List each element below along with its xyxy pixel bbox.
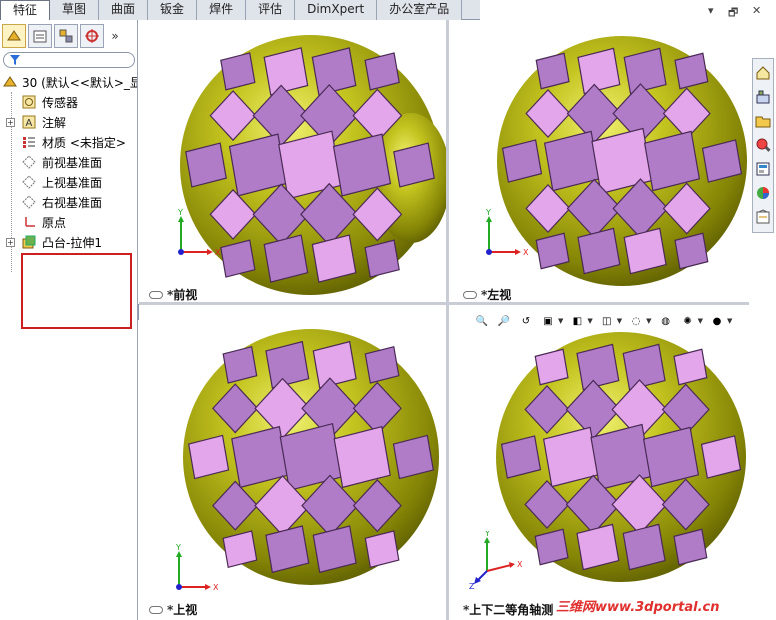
y-axis-label: Y xyxy=(175,543,181,552)
previous-view-icon[interactable]: ↺ xyxy=(518,313,534,329)
sensor-icon xyxy=(22,95,36,109)
appearances-icon[interactable] xyxy=(754,182,772,203)
x-axis-label: X xyxy=(517,560,523,569)
tab-4[interactable]: 焊件 xyxy=(197,0,247,20)
viewport-label: *左视 xyxy=(463,286,511,302)
filter-icon xyxy=(10,55,20,65)
property-manager-tab-icon[interactable] xyxy=(28,24,52,48)
tree-item[interactable]: 传感器 xyxy=(0,92,137,112)
link-views-icon[interactable] xyxy=(149,605,163,614)
part-icon xyxy=(3,75,17,89)
zoom-to-fit-icon[interactable]: 🔍 xyxy=(474,313,490,329)
viewport-label: *上下二等角轴测 xyxy=(463,603,554,617)
tree-item[interactable]: 上视基准面 xyxy=(0,172,137,192)
x-axis-label: X xyxy=(213,583,219,592)
feature-manager-tab-icon[interactable] xyxy=(2,24,26,48)
plane-icon xyxy=(22,155,36,169)
coordinate-triad: YX xyxy=(485,208,529,257)
tab-2[interactable]: 曲面 xyxy=(99,0,149,20)
tree-item-label: 前视基准面 xyxy=(42,155,103,170)
tab-3[interactable]: 钣金 xyxy=(148,0,198,20)
tree-item[interactable]: 前视基准面 xyxy=(0,152,137,172)
home-icon[interactable] xyxy=(754,62,772,83)
tree-item-label: 注解 xyxy=(42,115,67,130)
z-axis-label: Z xyxy=(469,582,475,591)
tab-6[interactable]: DimXpert xyxy=(295,0,378,20)
viewport-isometric[interactable]: Y X Z *上下二等角轴测 xyxy=(449,305,749,620)
tree-item[interactable]: 材质 <未指定> xyxy=(0,132,137,152)
coordinate-triad: YX xyxy=(177,208,221,257)
extrude-icon xyxy=(22,235,36,249)
tree-item-label: 上视基准面 xyxy=(42,175,103,190)
watermark-text: 三维网www.3dportal.cn xyxy=(556,600,720,615)
viewport-top[interactable]: Y X *上视 xyxy=(139,305,446,620)
zoom-to-area-icon[interactable]: 🔎 xyxy=(496,313,512,329)
design-library-icon[interactable] xyxy=(754,86,772,107)
annotation-icon: A xyxy=(22,115,36,129)
tree-item-label: 右视基准面 xyxy=(42,195,103,210)
tree-item[interactable]: + 凸台-拉伸1 xyxy=(0,232,137,252)
tree-item[interactable]: + A 注解 xyxy=(0,112,137,132)
y-axis-label: Y xyxy=(485,208,491,217)
search-icon[interactable] xyxy=(754,134,772,155)
section-view-icon[interactable]: ▣ xyxy=(540,313,556,329)
view-settings-icon[interactable]: ● xyxy=(709,313,725,329)
hide-show-items-icon[interactable]: ◌ xyxy=(628,313,644,329)
viewport-label: *前视 xyxy=(149,286,197,302)
manager-tabs: » xyxy=(0,24,137,50)
dimxpert-manager-tab-icon[interactable] xyxy=(80,24,104,48)
x-axis-label: X xyxy=(215,248,221,257)
link-views-icon[interactable] xyxy=(149,290,163,299)
more-tabs-chevron-icon[interactable]: » xyxy=(106,24,124,48)
expand-toggle-icon[interactable]: + xyxy=(6,117,15,127)
tab-7[interactable]: 办公室产品 xyxy=(377,0,463,20)
y-axis-label: Y xyxy=(484,531,490,538)
command-manager-tabs: 特征 草图 曲面 钣金 焊件 评估 DimXpert 办公室产品 xyxy=(0,0,480,21)
edit-appearance-icon[interactable]: ◍ xyxy=(658,313,674,329)
coordinate-triad: YX xyxy=(175,543,219,592)
minimize-icon[interactable]: ▾ xyxy=(708,4,714,17)
tree-item-label: 30 (默认<<默认>_显 xyxy=(22,75,137,90)
tab-5[interactable]: 评估 xyxy=(246,0,296,20)
plane-icon xyxy=(22,175,36,189)
close-icon[interactable]: ✕ xyxy=(752,4,761,17)
configuration-manager-tab-icon[interactable] xyxy=(54,24,78,48)
display-style-icon[interactable]: ◫ xyxy=(599,313,615,329)
viewport-label: *上视 xyxy=(149,601,197,618)
tree-item-label: 传感器 xyxy=(42,95,79,110)
svg-text:A: A xyxy=(26,118,33,129)
tree-item[interactable]: 原点 xyxy=(0,212,137,232)
plane-icon xyxy=(22,195,36,209)
material-icon xyxy=(22,135,36,149)
tree-root[interactable]: 30 (默认<<默认>_显 xyxy=(0,72,137,92)
file-explorer-icon[interactable] xyxy=(754,110,772,131)
task-pane-bar xyxy=(752,58,774,233)
view-orientation-icon[interactable]: ◧ xyxy=(569,313,585,329)
heads-up-view-toolbar: 🔍 🔎 ↺ ▣ ▼ ◧ ▼ ◫ ▼ ◌ ▼ ◍ ✺ ▼ ● ▼ xyxy=(474,311,733,331)
x-axis-label: X xyxy=(523,248,529,257)
tab-0[interactable]: 特征 xyxy=(0,0,51,21)
filter-field[interactable] xyxy=(3,52,135,68)
highlight-box xyxy=(21,253,132,329)
tree-item-label: 材质 <未指定> xyxy=(42,135,126,150)
custom-properties-icon[interactable] xyxy=(754,206,772,227)
tree-item-label: 凸台-拉伸1 xyxy=(42,235,102,250)
tree-item-label: 原点 xyxy=(42,215,67,230)
coordinate-triad: Y X Z xyxy=(469,531,523,591)
viewport-left[interactable]: Y X *左视 xyxy=(449,20,749,302)
apply-scene-icon[interactable]: ✺ xyxy=(680,313,696,329)
tab-1[interactable]: 草图 xyxy=(50,0,100,20)
tree-item[interactable]: 右视基准面 xyxy=(0,192,137,212)
feature-manager-panel: » 30 (默认<<默认>_显传感器 + A 注解材质 <未指定> 前视基准面上视基准面… xyxy=(0,20,138,620)
expand-toggle-icon[interactable]: + xyxy=(6,237,15,247)
view-palette-icon[interactable] xyxy=(754,158,772,179)
viewport-front[interactable]: Y X *前视 xyxy=(139,20,446,302)
origin-icon xyxy=(22,215,36,229)
y-axis-label: Y xyxy=(177,208,183,217)
link-views-icon[interactable] xyxy=(463,290,477,299)
feature-tree: 30 (默认<<默认>_显传感器 + A 注解材质 <未指定> 前视基准面上视基准面右视… xyxy=(0,72,137,252)
